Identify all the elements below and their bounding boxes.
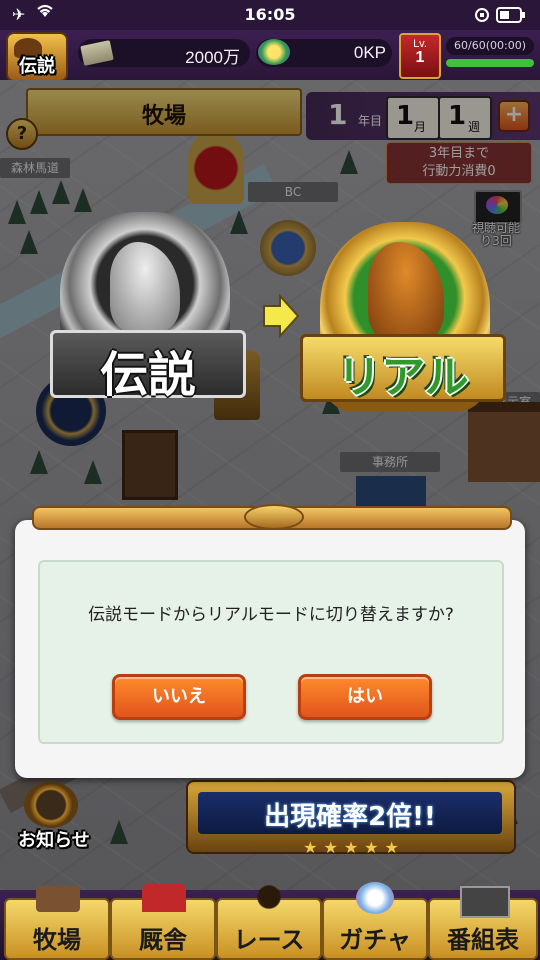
stamina-bar (446, 59, 534, 67)
ornament-crest (244, 504, 304, 530)
stamina-bar-fill (446, 59, 534, 67)
news-button[interactable]: お知らせ (8, 776, 100, 856)
ticket-icon (80, 40, 114, 66)
nav-tab-race[interactable]: レース (216, 882, 322, 960)
real-ribbon: リアル (300, 334, 506, 403)
real-mode-emblem: リアル (300, 222, 506, 422)
level-badge: Lv. 1 (399, 33, 441, 79)
news-emblem-icon (24, 782, 78, 828)
status-bar: ✈ 16:05 (0, 0, 540, 30)
money-value: 2000万 (185, 48, 240, 67)
money-display: 2000万 (78, 39, 250, 67)
farm-sign-icon (36, 886, 80, 912)
legend-mode-emblem: 伝説 (50, 212, 246, 412)
real-mode-label: リアル (337, 352, 469, 403)
arrow-right-icon (262, 293, 300, 339)
racehorse-icon (246, 882, 292, 912)
banner-stars: ★★★★★ (303, 838, 405, 857)
kp-value: 0KP (353, 43, 386, 62)
yes-button[interactable]: はい (298, 674, 432, 720)
dialog-body: 伝説モードからリアルモードに切り替えますか? いいえ はい (38, 560, 504, 744)
nav-tab-farm[interactable]: 牧場 (4, 886, 110, 960)
no-button[interactable]: いいえ (112, 674, 246, 720)
stable-icon (142, 884, 186, 912)
kp-display: 0KP (256, 39, 392, 67)
news-label: お知らせ (18, 830, 90, 851)
status-time: 16:05 (244, 5, 296, 24)
gacha-promo-banner[interactable]: 出現確率2倍!! ★★★★★ (186, 780, 516, 857)
nav-tab-label: レース (233, 926, 305, 954)
nav-tab-stable[interactable]: 厩舎 (110, 884, 216, 960)
top-hud: 伝説 2000万 0KP Lv. 1 60/60(00:00) (0, 30, 540, 82)
dialog-message: 伝説モードからリアルモードに切り替えますか? (88, 605, 454, 625)
mode-badge-label: 伝説 (19, 56, 55, 77)
gacha-machine-icon (356, 882, 394, 914)
kp-coin-icon (258, 39, 290, 65)
banner-text: 出現確率2倍!! (264, 802, 436, 832)
dialog-ornament (32, 504, 512, 530)
mode-badge[interactable]: 伝説 (6, 32, 68, 82)
bottom-nav: 牧場 厩舎 レース ガチャ 番組表 (0, 882, 540, 960)
stamina-display: 60/60(00:00) (446, 37, 534, 55)
orientation-lock-icon (474, 7, 490, 27)
battery-icon (496, 7, 526, 27)
level-value: 1 (415, 49, 425, 66)
nav-tab-label: 牧場 (33, 926, 81, 954)
nav-tab-label: 番組表 (447, 926, 519, 954)
legend-ribbon: 伝説 (50, 330, 246, 403)
tv-icon (460, 886, 510, 918)
nav-tab-label: ガチャ (339, 926, 411, 954)
nav-tab-label: 厩舎 (139, 926, 187, 954)
nav-tab-gacha[interactable]: ガチャ (322, 882, 428, 960)
nav-tab-schedule[interactable]: 番組表 (428, 886, 538, 960)
legend-mode-label: 伝説 (99, 347, 196, 403)
